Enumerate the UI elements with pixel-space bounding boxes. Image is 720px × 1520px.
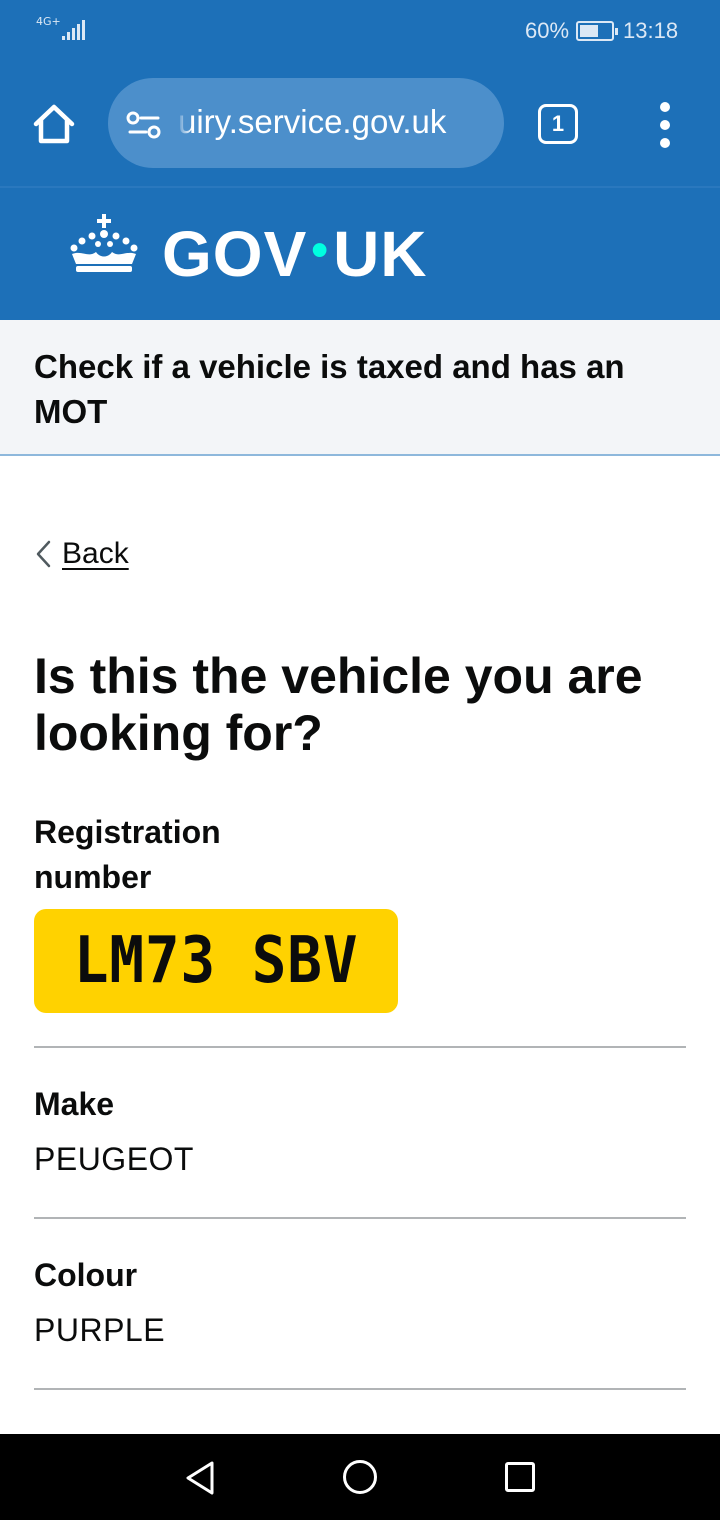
registration-value: LM73 SBV [73,924,359,998]
make-label: Make [34,1086,115,1122]
home-icon[interactable] [30,102,78,146]
network-type: 4G+ [36,15,61,28]
nav-home-icon[interactable] [343,1460,377,1494]
number-plate: LM73 SBV [34,909,398,1013]
summary-row-colour: Colour PURPLE [34,1219,686,1390]
clock: 13:18 [623,18,679,43]
colour-value: PURPLE [34,1312,166,1348]
summary-row-registration: Registration number LM73 SBV [34,810,686,1048]
battery-percent: 60% [525,18,570,43]
more-menu-icon[interactable] [650,100,680,150]
status-bar: 4G+ 60% 13:18 [0,0,720,62]
make-value: PEUGEOT [34,1141,194,1177]
signal-strength-icon: 4G+ [36,15,85,44]
system-navigation-bar [0,1434,720,1520]
address-bar[interactable]: uiry.service.gov.uk [108,78,504,168]
summary-row-make: Make PEUGEOT [34,1048,686,1219]
registration-label: Registration number [34,814,221,895]
vehicle-summary: Registration number LM73 SBV Make PEUGEO… [34,810,686,1390]
back-link[interactable]: Back [34,534,129,574]
service-name[interactable]: Check if a vehicle is taxed and has an M… [34,344,674,434]
site-settings-icon[interactable] [126,111,162,139]
browser-toolbar: uiry.service.gov.uk 1 [0,62,720,186]
crown-icon[interactable] [66,214,142,274]
nav-back-icon[interactable] [184,1460,216,1496]
colour-label: Colour [34,1257,138,1293]
page-title: Is this the vehicle you are looking for? [34,648,643,761]
logotype-gov: GOV [162,218,308,290]
service-navigation: Check if a vehicle is taxed and has an M… [0,320,720,456]
battery-icon [576,21,618,41]
logotype-uk: UK [333,218,428,290]
tabs-icon[interactable]: 1 [538,104,578,144]
chevron-left-icon [36,540,51,568]
nav-recents-icon[interactable] [505,1462,535,1492]
back-link-label: Back [62,537,129,570]
url-text[interactable]: uiry.service.gov.uk [178,102,494,142]
govuk-logotype[interactable]: GOV•UK [162,216,428,289]
battery-level-fill [580,25,598,37]
logotype-dot: • [311,224,330,277]
govuk-header: GOV•UK [0,188,720,320]
